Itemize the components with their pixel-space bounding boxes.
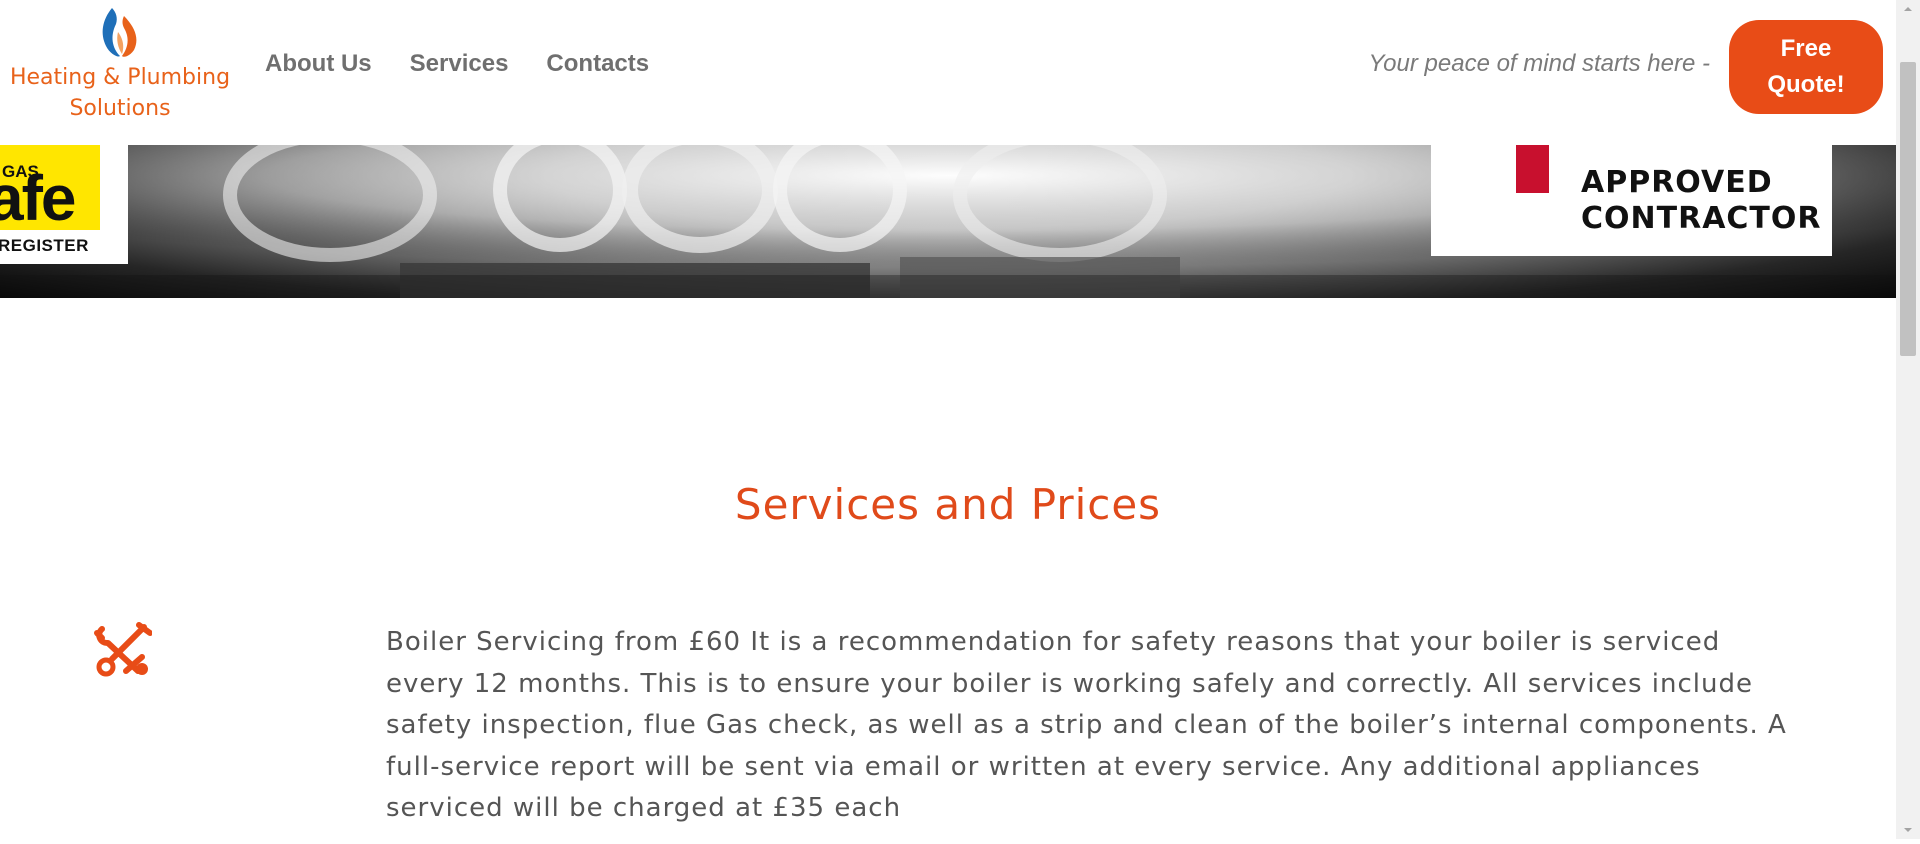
scrollbar-thumb[interactable] [1900,62,1916,356]
free-quote-button[interactable]: Free Quote! [1729,20,1883,114]
nav-contacts[interactable]: Contacts [546,50,649,78]
approved-red-bar [1516,145,1549,193]
flame-logo-icon [102,8,137,57]
logo-text-line1: Heating & Plumbing [9,65,231,90]
gas-safe-big-text: afe [0,162,76,234]
main-nav: About Us Services Contacts [265,50,649,78]
gas-safe-logo: GAS afe REGISTER [0,145,128,264]
tools-icon [92,621,153,679]
gas-safe-register-text: REGISTER [0,236,89,255]
approved-contractor-text: APPROVED CONTRACTOR [1581,165,1822,237]
approved-line2: CONTRACTOR [1581,201,1822,236]
logo-text: Heating & Plumbing Solutions [0,62,240,124]
tagline: Your peace of mind starts here - [1368,50,1710,77]
free-quote-line2: Quote! [1767,71,1845,98]
scroll-down-button[interactable] [1896,821,1920,839]
free-quote-line1: Free [1780,35,1832,62]
site-header: Heating & Plumbing Solutions About Us Se… [0,0,1896,145]
section-title: Services and Prices [734,480,1162,529]
nav-about-us[interactable]: About Us [265,50,372,78]
logo-text-line2: Solutions [69,96,171,121]
service-description: Boiler Servicing from £60 It is a recomm… [386,627,1787,823]
page: Heating & Plumbing Solutions About Us Se… [0,0,1896,839]
approved-contractor-logo: APPROVED CONTRACTOR [1431,145,1832,256]
hero-banner: GAS afe REGISTER APPROVED CONTRACTOR [0,145,1896,298]
approved-line1: APPROVED [1581,165,1773,200]
vertical-scrollbar[interactable] [1896,0,1920,839]
site-logo[interactable]: Heating & Plumbing Solutions [0,6,240,136]
scroll-up-button[interactable] [1896,0,1920,18]
nav-services[interactable]: Services [410,50,509,78]
